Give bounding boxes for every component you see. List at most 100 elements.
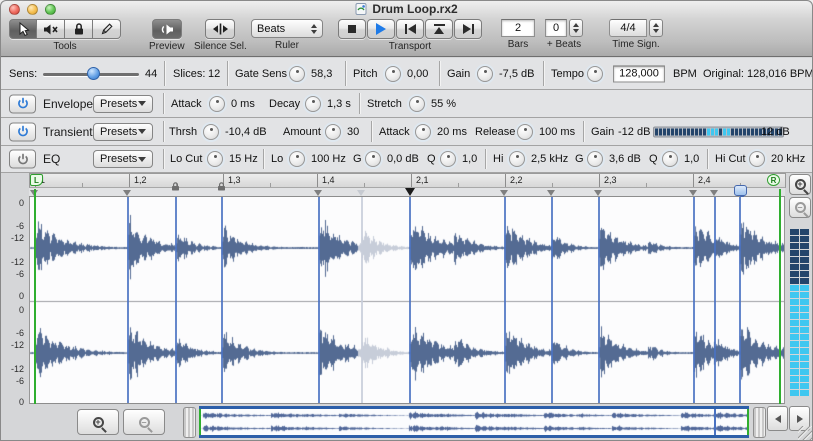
stretch-knob[interactable]: [409, 96, 425, 112]
mute-tool-button[interactable]: [37, 19, 65, 39]
power-icon: [17, 153, 29, 165]
silence-selection-icon: [212, 23, 229, 35]
hi-gain-knob[interactable]: [587, 151, 603, 167]
lo-freq-value: 100 Hz: [311, 153, 346, 165]
emphasized-slice-marker[interactable]: [405, 188, 415, 196]
gate-sens-knob[interactable]: [289, 66, 305, 82]
lo-q-knob[interactable]: [440, 151, 456, 167]
timesig-stepper[interactable]: [649, 19, 663, 37]
play-button[interactable]: [367, 19, 395, 39]
locked-slice-marker[interactable]: [171, 178, 180, 196]
left-locator-flag[interactable]: L: [30, 174, 43, 186]
tr-release-knob[interactable]: [517, 124, 533, 140]
eq-power-button[interactable]: [9, 150, 36, 169]
arrow-tool-button[interactable]: [9, 19, 37, 39]
meter-segment: [707, 128, 710, 135]
return-to-marker-button[interactable]: [425, 19, 453, 39]
meter-segment: [703, 128, 706, 135]
tr-attack-knob[interactable]: [415, 124, 431, 140]
pitch-knob[interactable]: [385, 66, 401, 82]
hi-q-knob[interactable]: [662, 151, 678, 167]
level-meter-row: [790, 369, 809, 375]
tempo-knob[interactable]: [587, 66, 603, 82]
slice-marker[interactable]: [123, 190, 131, 196]
level-meter-row: [790, 383, 809, 389]
go-to-end-button[interactable]: [454, 19, 482, 39]
zoom-in-horizontal-button[interactable]: +: [77, 409, 119, 435]
locked-slice-marker[interactable]: [217, 178, 226, 196]
right-locator-line[interactable]: [779, 189, 781, 404]
selected-slice-marker[interactable]: [734, 185, 747, 196]
window-chrome: Drum Loop.rx2 Tools: [1, 1, 812, 57]
sens-slider-thumb[interactable]: [87, 67, 100, 80]
meter-segment: [695, 128, 698, 135]
slice-marker[interactable]: [710, 190, 718, 196]
level-meter-cell: [800, 250, 809, 256]
slice-marker[interactable]: [547, 190, 555, 196]
hicut-label: Hi Cut: [715, 153, 746, 165]
slice-marker[interactable]: [314, 190, 322, 196]
level-meter-row: [790, 278, 809, 284]
chevron-down-icon: [138, 129, 146, 134]
bars-field[interactable]: 2: [501, 19, 535, 37]
waveform-canvas[interactable]: [30, 197, 784, 403]
hi-q-value: 1,0: [684, 153, 699, 165]
waveform-view[interactable]: [29, 197, 785, 404]
lock-icon: [73, 22, 85, 36]
gain-knob[interactable]: [477, 66, 493, 82]
transient-presets-dropdown[interactable]: Presets: [93, 123, 153, 141]
zoom-out-vertical-button[interactable]: –: [789, 197, 811, 218]
locut-knob[interactable]: [207, 151, 223, 167]
zoom-in-vertical-button[interactable]: +: [789, 174, 811, 195]
silence-selection-button[interactable]: [205, 19, 235, 39]
left-locator-line[interactable]: [34, 189, 36, 404]
eq-presets-dropdown[interactable]: Presets: [93, 150, 153, 168]
meter-segment: [723, 128, 726, 135]
chevron-down-icon: [138, 101, 146, 106]
inactive-slice-marker[interactable]: [357, 190, 365, 196]
transient-power-button[interactable]: [9, 122, 36, 141]
zoom-out-horizontal-button[interactable]: –: [123, 409, 165, 435]
slice-marker[interactable]: [594, 190, 602, 196]
tempo-field[interactable]: 128,000: [613, 65, 665, 82]
envelope-presets-dropdown[interactable]: Presets: [93, 95, 153, 113]
tr-gain-min: -12 dB: [618, 126, 650, 138]
slice-marker-strip[interactable]: [29, 188, 785, 197]
slice-marker[interactable]: [500, 190, 508, 196]
go-to-start-button[interactable]: [396, 19, 424, 39]
lo-gain-knob[interactable]: [365, 151, 381, 167]
overview-left-handle[interactable]: [183, 407, 196, 438]
thrsh-knob[interactable]: [203, 124, 219, 140]
timesig-field[interactable]: 4/4: [609, 19, 647, 37]
hicut-knob[interactable]: [749, 151, 765, 167]
gain-label: Gain: [447, 68, 470, 80]
hi-freq-knob[interactable]: [509, 151, 525, 167]
ruler-minor-tick: [270, 183, 271, 187]
preview-button[interactable]: [152, 19, 182, 39]
stop-button[interactable]: [338, 19, 366, 39]
sens-slider[interactable]: [43, 67, 139, 81]
pencil-tool-button[interactable]: [93, 19, 121, 39]
slice-marker[interactable]: [689, 190, 697, 196]
env-decay-knob[interactable]: [305, 96, 321, 112]
beats-stepper[interactable]: [569, 19, 583, 37]
tempo-label: Tempo: [551, 68, 584, 80]
resize-grip[interactable]: [798, 426, 812, 440]
env-attack-knob[interactable]: [209, 96, 225, 112]
amount-knob[interactable]: [325, 124, 341, 140]
right-locator-flag[interactable]: R: [767, 174, 780, 186]
scroll-left-button[interactable]: [767, 406, 788, 431]
beats-field[interactable]: 0: [545, 19, 567, 37]
level-meter-cell: [800, 362, 809, 368]
lo-freq-knob[interactable]: [289, 151, 305, 167]
overview-canvas[interactable]: [199, 409, 747, 435]
overview-left-locator: [199, 409, 201, 435]
overview-right-handle[interactable]: [753, 407, 766, 438]
timeline-ruler[interactable]: 11,21,31,42,12,22,32,4: [29, 173, 786, 188]
overview-strip[interactable]: [199, 406, 749, 438]
lock-tool-button[interactable]: [65, 19, 93, 39]
ruler-units-popup[interactable]: Beats: [251, 19, 323, 38]
envelope-power-button[interactable]: [9, 94, 36, 113]
hi-freq-label: Hi: [493, 153, 503, 165]
meter-segment: [751, 128, 754, 135]
